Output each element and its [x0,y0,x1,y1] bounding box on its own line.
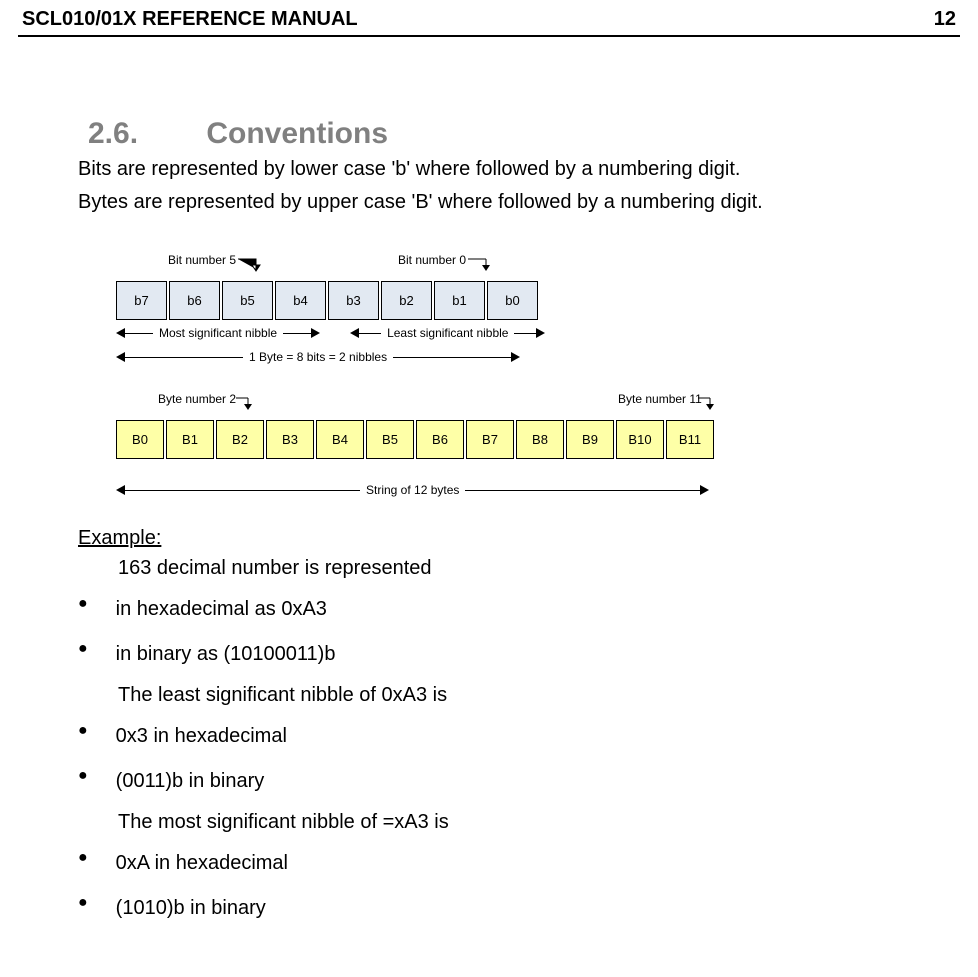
bit-cell: b7 [116,281,167,320]
bit-cell: b3 [328,281,379,320]
bullet-icon: ● [78,718,88,744]
byte-line-left-icon [116,352,243,362]
conventions-diagram: Bit number 5 Bit number 0 b7 b6 b5 b4 b3… [78,253,948,497]
example-heading: Example: [78,527,948,550]
list-item: ● in binary as (10100011)b [78,636,948,673]
bullet-icon: ● [78,763,88,789]
section-number: 2.6. [88,117,198,151]
list-item: ● (1010)b in binary [78,890,948,927]
bullet-icon: ● [78,636,88,662]
byte-cell: B8 [516,420,564,459]
bit-cell: b5 [222,281,273,320]
bit-cell: b4 [275,281,326,320]
byte-2-label: Byte number 2 [158,392,236,406]
bullet-icon: ● [78,845,88,871]
list-item: ● 0xA in hexadecimal [78,845,948,882]
msn-arrow-icon [116,328,153,338]
byte-line-right-icon [393,352,520,362]
byte-cell: B0 [116,420,164,459]
bit-cell: b6 [169,281,220,320]
bit-cell: b2 [381,281,432,320]
bullet-text: 0xA in hexadecimal [116,849,288,878]
page-header: SCL010/01X REFERENCE MANUAL 12 [0,0,978,31]
page-number: 12 [934,8,956,31]
bullet-text: (1010)b in binary [116,894,266,923]
pointer-bit0-icon [468,255,498,277]
example-line-2: The least significant nibble of 0xA3 is [118,681,948,710]
intro-line-1: Bits are represented by lower case 'b' w… [78,155,948,184]
byte-cell: B6 [416,420,464,459]
lsn-arrow-icon [350,328,381,338]
msn-arrow-right-icon [283,328,320,338]
string-arrow-right-icon [465,485,709,495]
section-title: Conventions [206,117,388,150]
bit-cells-row: b7 b6 b5 b4 b3 b2 b1 b0 [116,281,948,320]
content-area: 2.6. Conventions Bits are represented by… [0,117,978,927]
lsn-label: Least significant nibble [387,326,508,340]
byte-cell: B9 [566,420,614,459]
msn-label: Most significant nibble [159,326,277,340]
example-line-3: The most significant nibble of =xA3 is [118,808,948,837]
list-item: ● (0011)b in binary [78,763,948,800]
byte-11-label: Byte number 11 [618,392,702,406]
bullet-text: 0x3 in hexadecimal [116,722,287,751]
byte-equation-label: 1 Byte = 8 bits = 2 nibbles [249,350,387,364]
byte-cell: B11 [666,420,714,459]
pointer-bit5-icon [238,255,268,277]
doc-title: SCL010/01X REFERENCE MANUAL [22,8,358,31]
byte-cell: B1 [166,420,214,459]
bit-5-label: Bit number 5 [168,253,236,267]
list-item: ● 0x3 in hexadecimal [78,718,948,755]
page: SCL010/01X REFERENCE MANUAL 12 2.6. Conv… [0,0,978,977]
byte-cells-row: B0 B1 B2 B3 B4 B5 B6 B7 B8 B9 B10 B11 [116,420,948,459]
string-label: String of 12 bytes [366,483,459,497]
bullet-text: in binary as (10100011)b [116,640,336,669]
string-arrow-left-icon [116,485,360,495]
byte-cell: B7 [466,420,514,459]
bullet-icon: ● [78,890,88,916]
intro-line-2: Bytes are represented by upper case 'B' … [78,188,948,217]
pointer-byte11-icon [698,394,722,416]
byte-cell: B4 [316,420,364,459]
example-line-1: 163 decimal number is represented [118,554,948,583]
byte-cell: B10 [616,420,664,459]
byte-cell: B2 [216,420,264,459]
lsn-arrow-right-icon [514,328,545,338]
section-heading: 2.6. Conventions [88,117,948,151]
bullet-text: (0011)b in binary [116,767,265,796]
byte-cell: B3 [266,420,314,459]
bit-0-label: Bit number 0 [398,253,466,267]
bit-cell: b0 [487,281,538,320]
bullet-icon: ● [78,591,88,617]
bit-cell: b1 [434,281,485,320]
byte-cell: B5 [366,420,414,459]
header-rule [18,35,960,37]
bullet-text: in hexadecimal as 0xA3 [116,595,327,624]
list-item: ● in hexadecimal as 0xA3 [78,591,948,628]
pointer-byte2-icon [236,394,260,416]
